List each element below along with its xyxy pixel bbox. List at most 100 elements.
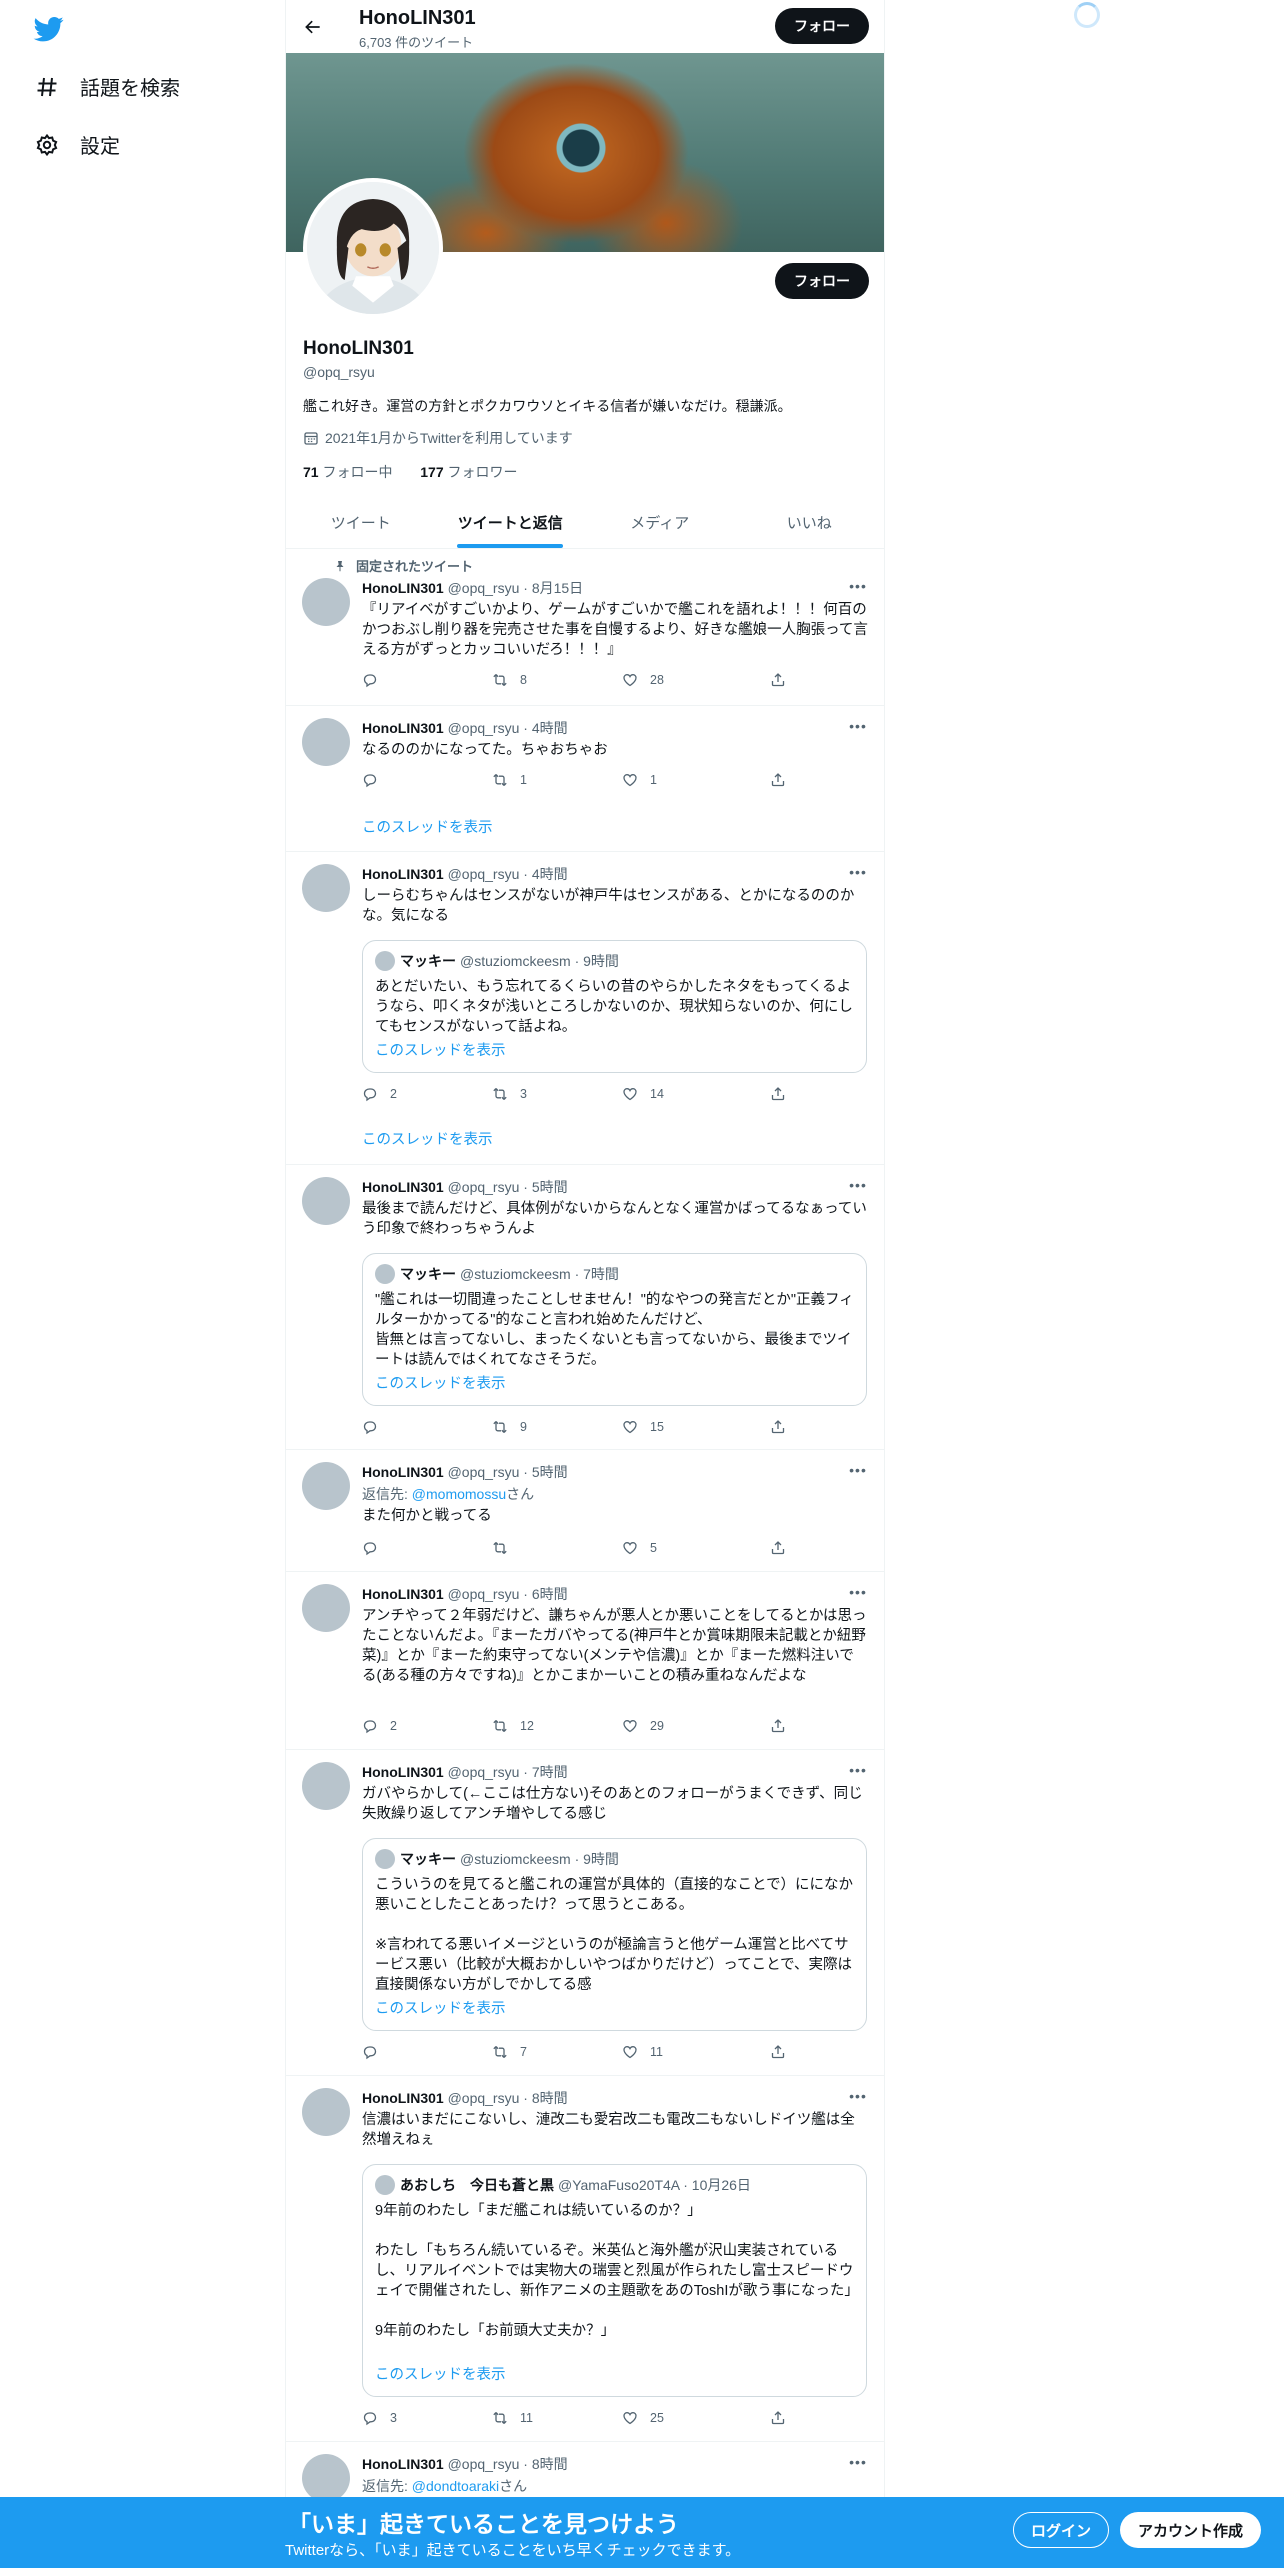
author-name[interactable]: HonoLIN301 bbox=[362, 2456, 444, 2472]
author-name[interactable]: HonoLIN301 bbox=[362, 580, 444, 596]
retweet-button[interactable]: 11 bbox=[492, 2410, 533, 2426]
share-button[interactable] bbox=[770, 1540, 798, 1556]
reply-button[interactable] bbox=[362, 1419, 390, 1435]
following-link[interactable]: 71 フォロー中 bbox=[303, 464, 392, 480]
signup-button[interactable]: アカウント作成 bbox=[1120, 2512, 1261, 2548]
author-name[interactable]: HonoLIN301 bbox=[362, 866, 444, 882]
author-meta[interactable]: @opq_rsyu · 4時間 bbox=[448, 866, 568, 882]
nav-explore[interactable]: 話題を検索 bbox=[34, 72, 180, 101]
quote-thread-link[interactable]: このスレッドを表示 bbox=[375, 1372, 506, 1393]
profile-avatar[interactable] bbox=[303, 178, 443, 318]
profile-follow-button[interactable]: フォロー bbox=[775, 263, 869, 299]
avatar[interactable] bbox=[302, 1584, 350, 1632]
more-icon[interactable]: ••• bbox=[848, 578, 868, 594]
reply-to-handle[interactable]: @dondtoaraki bbox=[412, 2478, 499, 2494]
tweet[interactable]: HonoLIN301 @opq_rsyu · 8時間 ••• 返信先: @don… bbox=[286, 2442, 884, 2502]
more-icon[interactable]: ••• bbox=[848, 718, 868, 734]
avatar[interactable] bbox=[302, 1762, 350, 1810]
share-button[interactable] bbox=[770, 2410, 798, 2426]
author-meta[interactable]: @opq_rsyu · 8月15日 bbox=[448, 580, 584, 596]
retweet-button[interactable]: 8 bbox=[492, 672, 527, 688]
quote-thread-link[interactable]: このスレッドを表示 bbox=[375, 2363, 506, 2384]
author-name[interactable]: HonoLIN301 bbox=[362, 1464, 444, 1480]
more-icon[interactable]: ••• bbox=[848, 864, 868, 880]
more-icon[interactable]: ••• bbox=[848, 1177, 868, 1193]
author-meta[interactable]: @opq_rsyu · 5時間 bbox=[448, 1179, 568, 1195]
quote-thread-link[interactable]: このスレッドを表示 bbox=[375, 1039, 506, 1060]
tweet[interactable]: HonoLIN301 @opq_rsyu · 7時間 ••• ガバやらかして(←… bbox=[286, 1750, 884, 2076]
avatar[interactable] bbox=[302, 864, 350, 912]
author-meta[interactable]: @opq_rsyu · 8時間 bbox=[448, 2090, 568, 2106]
reply-button[interactable] bbox=[362, 772, 390, 788]
author-meta[interactable]: @opq_rsyu · 6時間 bbox=[448, 1586, 568, 1602]
avatar[interactable] bbox=[302, 2088, 350, 2136]
more-icon[interactable]: ••• bbox=[848, 1584, 868, 1600]
like-button[interactable]: 14 bbox=[622, 1086, 664, 1102]
header-follow-button[interactable]: フォロー bbox=[775, 8, 869, 44]
avatar[interactable] bbox=[302, 2454, 350, 2502]
reply-button[interactable] bbox=[362, 2044, 390, 2060]
followers-link[interactable]: 177 フォロワー bbox=[420, 464, 517, 480]
reply-button[interactable]: 3 bbox=[362, 2410, 397, 2426]
avatar[interactable] bbox=[302, 1462, 350, 1510]
author-name[interactable]: HonoLIN301 bbox=[362, 1764, 444, 1780]
twitter-bird-icon[interactable] bbox=[32, 14, 66, 44]
quote-thread-link[interactable]: このスレッドを表示 bbox=[375, 1997, 506, 2018]
author-name[interactable]: HonoLIN301 bbox=[362, 2090, 444, 2106]
retweet-button[interactable]: 1 bbox=[492, 772, 527, 788]
reply-button[interactable]: 2 bbox=[362, 1086, 397, 1102]
more-icon[interactable]: ••• bbox=[848, 2454, 868, 2470]
show-thread-link[interactable]: このスレッドを表示 bbox=[362, 816, 493, 837]
avatar[interactable] bbox=[302, 1177, 350, 1225]
share-button[interactable] bbox=[770, 1718, 798, 1734]
tweet[interactable]: HonoLIN301 @opq_rsyu · 5時間 ••• 返信先: @mom… bbox=[286, 1450, 884, 1572]
tweet[interactable]: 固定されたツイート HonoLIN301 @opq_rsyu · 8月15日 •… bbox=[286, 550, 884, 706]
show-thread-link[interactable]: このスレッドを表示 bbox=[362, 1128, 493, 1149]
back-arrow-icon[interactable] bbox=[300, 14, 326, 40]
share-button[interactable] bbox=[770, 1086, 798, 1102]
like-button[interactable]: 15 bbox=[622, 1419, 664, 1435]
login-button[interactable]: ログイン bbox=[1013, 2512, 1109, 2548]
share-button[interactable] bbox=[770, 2044, 798, 2060]
nav-settings[interactable]: 設定 bbox=[34, 130, 120, 159]
share-button[interactable] bbox=[770, 1419, 798, 1435]
tab-likes[interactable]: いいね bbox=[735, 497, 885, 548]
author-name[interactable]: HonoLIN301 bbox=[362, 1586, 444, 1602]
more-icon[interactable]: ••• bbox=[848, 1762, 868, 1778]
share-button[interactable] bbox=[770, 672, 798, 688]
more-icon[interactable]: ••• bbox=[848, 2088, 868, 2104]
quoted-tweet[interactable]: マッキー @stuziomckeesm · 9時間 こういうのを見てると艦これの運… bbox=[362, 1838, 867, 2031]
more-icon[interactable]: ••• bbox=[848, 1462, 868, 1478]
author-meta[interactable]: @opq_rsyu · 8時間 bbox=[448, 2456, 568, 2472]
reply-to-handle[interactable]: @momomossu bbox=[412, 1486, 506, 1502]
tweet[interactable]: HonoLIN301 @opq_rsyu · 5時間 ••• 最後まで読んだけど… bbox=[286, 1165, 884, 1450]
author-name[interactable]: HonoLIN301 bbox=[362, 1179, 444, 1195]
like-button[interactable]: 25 bbox=[622, 2410, 664, 2426]
retweet-button[interactable]: 9 bbox=[492, 1419, 527, 1435]
reply-button[interactable] bbox=[362, 672, 390, 688]
tweet[interactable]: HonoLIN301 @opq_rsyu · 4時間 ••• なるののかになって… bbox=[286, 706, 884, 852]
tweet[interactable]: HonoLIN301 @opq_rsyu · 8時間 ••• 信濃はいまだにこな… bbox=[286, 2076, 884, 2442]
like-button[interactable]: 29 bbox=[622, 1718, 664, 1734]
quoted-tweet[interactable]: マッキー @stuziomckeesm · 7時間 "艦これは一切間違ったことしせ… bbox=[362, 1253, 867, 1406]
quoted-tweet[interactable]: あおしち 今日も蒼と黒 @YamaFuso20T4A · 10月26日 9年前のわ… bbox=[362, 2164, 867, 2397]
avatar[interactable] bbox=[302, 578, 350, 626]
share-button[interactable] bbox=[770, 772, 798, 788]
tab-tweets-and-replies[interactable]: ツイートと返信 bbox=[436, 497, 586, 548]
avatar[interactable] bbox=[302, 718, 350, 766]
like-button[interactable]: 5 bbox=[622, 1540, 657, 1556]
like-button[interactable]: 1 bbox=[622, 772, 657, 788]
quoted-tweet[interactable]: マッキー @stuziomckeesm · 9時間 あとだいたい、もう忘れてるくら… bbox=[362, 940, 867, 1073]
like-button[interactable]: 28 bbox=[622, 672, 664, 688]
tweet[interactable]: HonoLIN301 @opq_rsyu · 6時間 ••• アンチやって２年弱… bbox=[286, 1572, 884, 1750]
author-meta[interactable]: @opq_rsyu · 5時間 bbox=[448, 1464, 568, 1480]
tab-media[interactable]: メディア bbox=[585, 497, 735, 548]
author-meta[interactable]: @opq_rsyu · 4時間 bbox=[448, 720, 568, 736]
reply-button[interactable] bbox=[362, 1540, 390, 1556]
retweet-button[interactable]: 3 bbox=[492, 1086, 527, 1102]
retweet-button[interactable]: 7 bbox=[492, 2044, 527, 2060]
author-meta[interactable]: @opq_rsyu · 7時間 bbox=[448, 1764, 568, 1780]
reply-button[interactable]: 2 bbox=[362, 1718, 397, 1734]
retweet-button[interactable] bbox=[492, 1540, 520, 1556]
tab-tweets[interactable]: ツイート bbox=[286, 497, 436, 548]
